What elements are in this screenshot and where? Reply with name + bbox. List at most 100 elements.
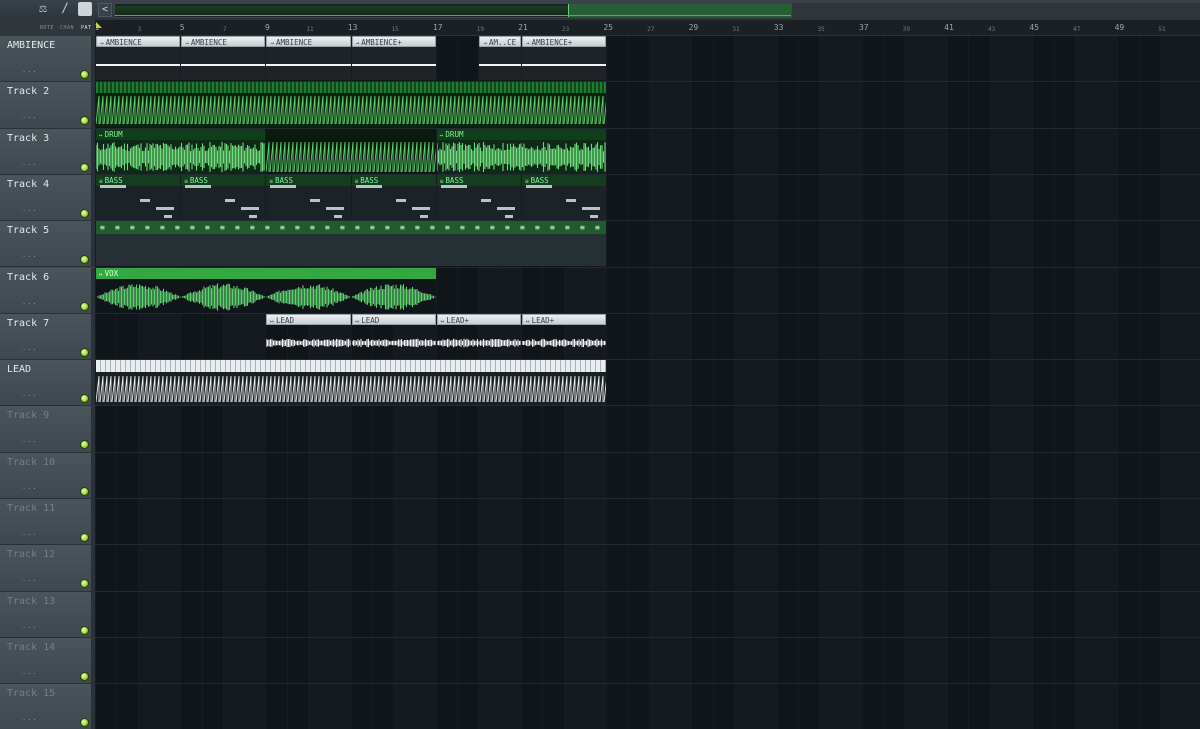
ambience-clip[interactable]: → AM..CE	[479, 36, 521, 80]
clip-header[interactable]: → AMBIENCE	[96, 36, 181, 47]
track-name-label[interactable]: Track 11	[7, 503, 55, 514]
track-name-label[interactable]: Track 15	[7, 688, 55, 699]
track-options-dots[interactable]: ...	[22, 575, 38, 583]
track-name-label[interactable]: Track 14	[7, 642, 55, 653]
ambience-clip[interactable]: → AMBIENCE	[266, 36, 351, 80]
track-name-label[interactable]: Track 5	[7, 225, 49, 236]
ambience-clip[interactable]: → AMBIENCE	[181, 36, 266, 80]
note-icon[interactable]: ⚖	[34, 2, 52, 16]
track-header[interactable]: Track 14...	[0, 637, 95, 685]
track-header[interactable]: Track 7...	[0, 313, 95, 361]
track-name-label[interactable]: Track 9	[7, 410, 49, 421]
chan-icon[interactable]: ∕	[57, 2, 73, 16]
track-name-label[interactable]: LEAD	[7, 364, 31, 375]
song-start-marker[interactable]	[96, 22, 102, 28]
track-header[interactable]: AMBIENCE...	[0, 36, 95, 83]
track-options-dots[interactable]: ...	[22, 112, 38, 120]
track-mute-led[interactable]	[80, 533, 89, 542]
ambience-clip[interactable]: → AMBIENCE	[96, 36, 181, 80]
drum-audio-clip[interactable]: ↦ DRUM	[96, 128, 266, 174]
track-mute-led[interactable]	[80, 671, 89, 681]
track-header[interactable]: LEAD...	[0, 360, 95, 407]
track-header[interactable]: Track 9...	[0, 406, 95, 453]
clip-header[interactable]: ↦ LEAD+	[522, 313, 607, 325]
track-header[interactable]: Track 10...	[0, 452, 95, 499]
track-mute-led[interactable]	[80, 116, 89, 126]
track-options-dots[interactable]: ...	[22, 483, 38, 491]
overview-scroll-left-button[interactable]: <	[98, 3, 112, 17]
lead-audio-clip[interactable]: ↦ LEAD	[351, 313, 436, 359]
track-header[interactable]: Track 11...	[0, 499, 95, 546]
clip-header[interactable]: → AMBIENCE	[181, 36, 266, 47]
chord-pattern-clip[interactable]: ≡ ≡ ≡ ≡ ≡ ≡ ≡ ≡ ≡ ≡ ≡ ≡ ≡ ≡ ≡ ≡ ≡ ≡ ≡ ≡ ≡ ≡ ≡ ≡ ≡ ≡ ≡ ≡ ≡ ≡ ≡ ≡ ≡ ≡	[96, 221, 607, 267]
track-mute-led[interactable]	[80, 440, 89, 450]
drum-pattern-clip[interactable]	[266, 128, 436, 174]
note-mode-label[interactable]: NOTE	[40, 25, 54, 31]
track-mute-led[interactable]	[80, 394, 89, 404]
track-mute-led[interactable]	[80, 70, 89, 79]
pat-mode-label[interactable]: PAT	[81, 25, 92, 31]
track-options-dots[interactable]: ...	[22, 390, 38, 398]
track-name-label[interactable]: Track 13	[7, 596, 55, 607]
track-mute-led[interactable]	[80, 718, 89, 728]
track-options-dots[interactable]: ...	[22, 714, 38, 722]
track-header[interactable]: Track 6...	[0, 267, 95, 314]
playlist-grid[interactable]: → AMBIENCE → AMBIENCE → AMBIENCE → AMBIENCE+ → AM…	[95, 36, 1200, 729]
track-options-dots[interactable]: ...	[22, 205, 38, 213]
track-header[interactable]: Track 12...	[0, 545, 95, 592]
track-header[interactable]: Track 2...	[0, 82, 95, 129]
lead-audio-clip[interactable]: ↦ LEAD+	[436, 313, 521, 359]
track-options-dots[interactable]: ...	[22, 159, 38, 167]
clip-header[interactable]: ↦ DRUM	[96, 128, 266, 140]
bass-pattern-clip[interactable]: ≡ BASS	[522, 174, 607, 220]
track-options-dots[interactable]: ...	[22, 251, 38, 259]
track-header[interactable]: Track 3...	[0, 128, 95, 175]
track-header[interactable]: Track 4...	[0, 174, 95, 222]
bass-pattern-clip[interactable]: ≡ BASS	[351, 174, 436, 220]
bass-pattern-clip[interactable]: ≡ BASS	[96, 174, 181, 220]
track-options-dots[interactable]: ...	[22, 66, 38, 74]
track-header[interactable]: Track 5...	[0, 221, 95, 268]
track-name-label[interactable]: Track 2	[7, 86, 49, 97]
ambience-clip[interactable]: → AMBIENCE+	[522, 36, 607, 80]
track-options-dots[interactable]: ...	[22, 622, 38, 630]
track-mute-led[interactable]	[80, 301, 89, 311]
clip-header[interactable]: ↦ LEAD	[266, 313, 351, 325]
track-mute-led[interactable]	[80, 579, 89, 589]
clip-header[interactable]: → AMBIENCE	[266, 36, 351, 47]
track-name-label[interactable]: Track 3	[7, 133, 49, 144]
timeline-ruler[interactable]: 1 5 9 13 17 21 25 29 33 37 41 45 49 3 7 11 15 19 23 27 31 35 3…	[95, 20, 1200, 36]
drum-audio-clip[interactable]: ↦ DRUM	[436, 128, 607, 174]
clip-header[interactable]: → AMBIENCE+	[522, 36, 607, 47]
clip-header[interactable]: → AM..CE	[479, 36, 521, 47]
pattern-clip[interactable]	[96, 82, 607, 128]
track-mute-led[interactable]	[80, 347, 89, 357]
track-header[interactable]: Track 15...	[0, 684, 95, 729]
track-name-label[interactable]: Track 4	[7, 179, 49, 190]
bass-pattern-clip[interactable]: ≡ BASS	[266, 174, 351, 220]
bass-pattern-clip[interactable]: ≡ BASS	[181, 174, 266, 220]
ambience-clip[interactable]: → AMBIENCE+	[351, 36, 436, 80]
clip-header[interactable]: ↦ DRUM	[436, 128, 607, 140]
track-name-label[interactable]: Track 6	[7, 272, 49, 283]
song-overview-strip[interactable]	[114, 3, 792, 18]
track-options-dots[interactable]: ...	[22, 668, 38, 676]
clip-header[interactable]: → AMBIENCE+	[351, 36, 436, 47]
vox-audio-clip[interactable]: ↦ VOX	[96, 267, 436, 313]
bass-pattern-clip[interactable]: ≡ BASS	[436, 174, 521, 220]
lead-pattern-clip[interactable]	[96, 360, 607, 406]
chan-mode-label[interactable]: CHAN	[60, 25, 74, 31]
track-name-label[interactable]: Track 10	[7, 457, 55, 468]
lead-audio-clip[interactable]: ↦ LEAD	[266, 313, 351, 359]
track-options-dots[interactable]: ...	[22, 298, 38, 306]
track-mute-led[interactable]	[80, 162, 89, 172]
track-mute-led[interactable]	[80, 625, 89, 635]
track-header[interactable]: Track 13...	[0, 591, 95, 638]
track-mute-led[interactable]	[80, 255, 89, 265]
track-options-dots[interactable]: ...	[22, 344, 38, 352]
track-mute-led[interactable]	[80, 208, 89, 218]
track-name-label[interactable]: Track 12	[7, 549, 55, 560]
track-name-label[interactable]: Track 7	[7, 318, 49, 329]
track-name-label[interactable]: AMBIENCE	[7, 40, 55, 51]
clip-header[interactable]: ≡ ≡ ≡ ≡ ≡ ≡ ≡ ≡ ≡ ≡ ≡ ≡ ≡ ≡ ≡ ≡ ≡ ≡ ≡ ≡ ≡ ≡ ≡ ≡ ≡ ≡ ≡ ≡ ≡ ≡ ≡ ≡ ≡ ≡	[96, 221, 607, 235]
